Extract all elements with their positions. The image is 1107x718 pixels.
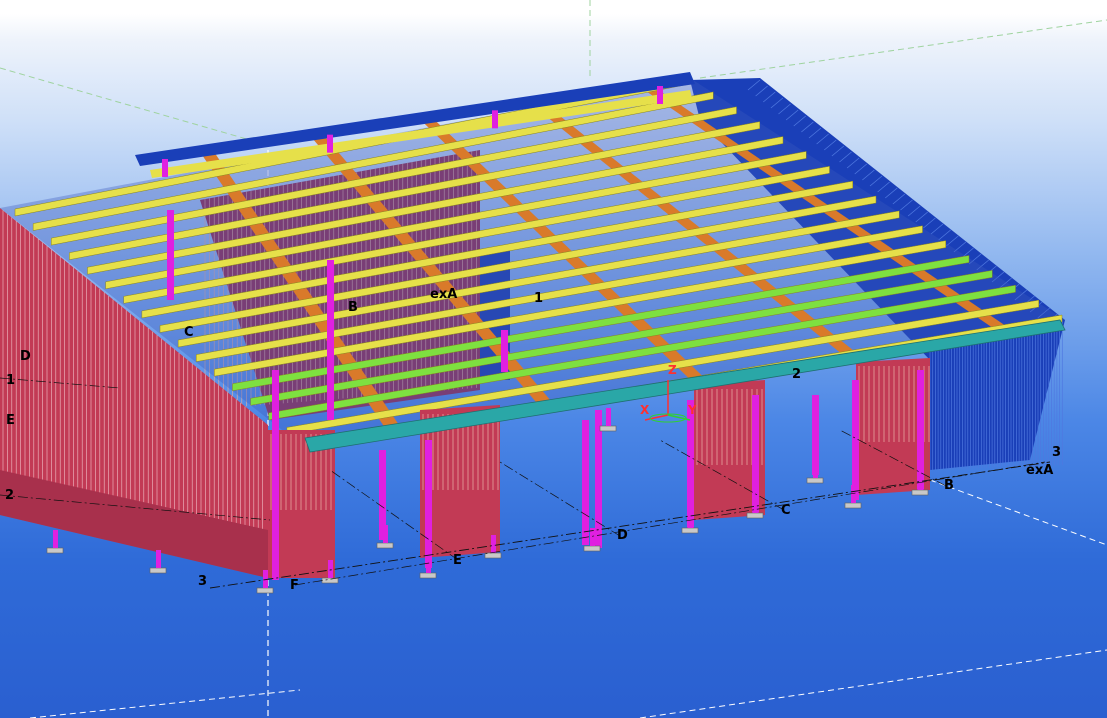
column-footing (46, 547, 64, 554)
steel-column (582, 420, 589, 545)
gridline-label-D-left[interactable]: D (20, 350, 31, 363)
column-footing (149, 567, 167, 574)
steel-column (425, 440, 432, 568)
axis-y-label: Y (688, 403, 697, 417)
gridline-label-2-left[interactable]: 2 (5, 489, 14, 502)
column-stub (328, 560, 333, 578)
gridline-label-B-right[interactable]: B (944, 479, 954, 492)
column-stub (606, 408, 611, 426)
column-stub (383, 525, 388, 543)
column-footing (806, 477, 824, 484)
gridline-label-F-bottom[interactable]: F (290, 579, 299, 592)
gridline-label-D-bottom[interactable]: D (617, 529, 628, 542)
column-footing (256, 587, 274, 594)
axis-y-arrow (667, 414, 691, 421)
guide-line (929, 479, 1107, 546)
guide-line (29, 689, 301, 718)
ridge-hanger (492, 110, 498, 129)
column-footing (599, 425, 617, 432)
guide-line (639, 649, 1107, 718)
column-footing (681, 527, 699, 534)
gridline-label-C-bottom[interactable]: C (781, 504, 791, 517)
steel-column (327, 260, 334, 420)
gridline-label-2-mid[interactable]: 2 (792, 368, 801, 381)
column-stub (688, 510, 693, 528)
gridline-label-3-right[interactable]: 3 (1052, 446, 1061, 459)
column-footing (911, 489, 929, 496)
gridline-label-1-top[interactable]: 1 (534, 292, 543, 305)
gridline-label-E-bottom[interactable]: E (453, 554, 462, 567)
steel-column (272, 370, 279, 580)
gridline-label-exA-right[interactable]: exA (1026, 464, 1053, 477)
steel-column (852, 380, 859, 500)
column-footing (419, 572, 437, 579)
column-footing (376, 542, 394, 549)
column-footing (844, 502, 862, 509)
structural-model[interactable] (0, 0, 1107, 718)
steel-column (501, 330, 508, 372)
axis-x-label: X (640, 403, 650, 417)
gridline-3 (209, 461, 1051, 589)
model-viewport[interactable]: exA 1 B C D 1 E 2 3 F E D C B exA 3 2 Z … (0, 0, 1107, 718)
axis-z-label: Z (668, 363, 677, 377)
column-stub (426, 555, 431, 573)
gridline-label-exA-top[interactable]: exA (430, 288, 457, 301)
gridline-label-B-top[interactable]: B (348, 301, 358, 314)
ridge-hanger (657, 86, 663, 104)
column-stub (813, 460, 818, 478)
steel-column (167, 210, 174, 300)
gridline-label-3-bottom[interactable]: 3 (198, 575, 207, 588)
column-footing (583, 545, 601, 552)
column-footing (321, 577, 339, 584)
guide-line (0, 67, 251, 141)
column-footing (746, 512, 764, 519)
column-stub (156, 550, 161, 568)
column-stub (491, 535, 496, 553)
gridline-label-1-left[interactable]: 1 (6, 374, 15, 387)
ridge-hanger (327, 134, 333, 153)
column-stub (753, 495, 758, 513)
gridline-label-C-left[interactable]: C (184, 326, 194, 339)
column-stub (53, 530, 58, 548)
gridline-label-E-left[interactable]: E (6, 414, 15, 427)
ridge-hanger (162, 159, 168, 177)
guide-line (699, 19, 1107, 79)
